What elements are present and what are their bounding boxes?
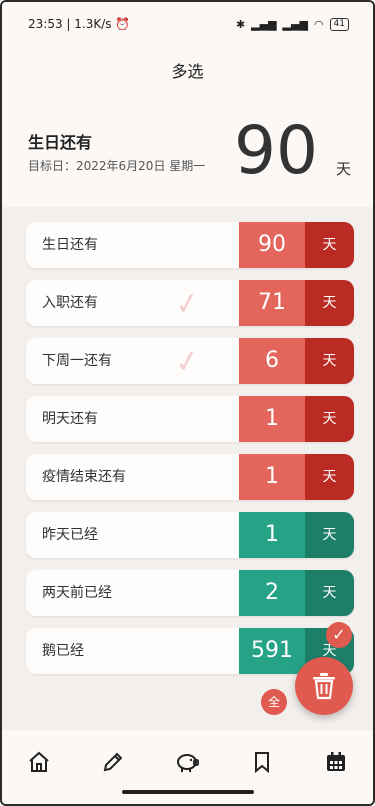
wifi-icon: ◠ [313,17,324,31]
nav-savings[interactable] [172,747,202,777]
item-number: 591 [239,628,305,674]
item-label: 鹅已经 [42,643,84,659]
item-unit: 天 [305,570,354,616]
list-item[interactable]: 生日还有 90 天 [26,222,354,268]
nav-calendar[interactable] [321,747,351,777]
list-item[interactable]: 下周一还有 ✓ 6 天 [26,338,354,384]
list-item[interactable]: 两天前已经 2 天 [26,570,354,616]
piggy-bank-icon [177,754,200,772]
item-number: 1 [239,512,305,558]
item-unit: 天 [305,396,354,442]
nav-home[interactable] [24,747,54,777]
time-speed: 23:53 | 1.3K/s [28,17,112,31]
item-unit: 天 [305,222,354,268]
item-unit: 天 [305,454,354,500]
item-label: 下周一还有 [42,353,112,369]
item-label: 生日还有 [42,237,98,253]
bottom-nav [2,730,373,804]
item-unit: 天 [305,280,354,326]
hero-days-unit: 天 [335,160,351,178]
check-confirm-badge[interactable]: ✓ [326,622,352,648]
list-item[interactable]: 疫情结束还有 1 天 [26,454,354,500]
list-item[interactable]: 明天还有 1 天 [26,396,354,442]
hero-days-number: 90 [234,112,318,189]
list-item[interactable]: 昨天已经 1 天 [26,512,354,558]
status-bar: 23:53 | 1.3K/s ⏰ ✱ ▂▄▆ ▂▄▆ ◠ 41 [28,14,349,34]
bookmark-icon [254,752,269,774]
nav-edit[interactable] [98,747,128,777]
page-title: 多选 [171,62,204,81]
bluetooth-icon: ✱ [235,17,246,31]
item-label: 昨天已经 [42,527,98,543]
signal-icon-2: ▂▄▆ [282,17,308,31]
item-number: 71 [239,280,305,326]
item-label: 疫情结束还有 [42,469,126,485]
item-number: 1 [239,396,305,442]
item-number: 90 [239,222,305,268]
status-right: ✱ ▂▄▆ ▂▄▆ ◠ 41 [235,17,349,31]
item-label: 明天还有 [42,411,98,427]
home-indicator [122,790,254,794]
pencil-icon [104,752,123,772]
item-label: 入职还有 [42,295,98,311]
event-list: 生日还有 90 天 入职还有 ✓ 71 天 下周一还有 ✓ 6 天 明天还有 1… [26,222,354,686]
nav-bookmark[interactable] [247,747,277,777]
list-item[interactable]: 入职还有 ✓ 71 天 [26,280,354,326]
calendar-icon [326,752,345,771]
trash-icon [313,673,335,700]
item-number: 6 [239,338,305,384]
hero-label: 生日还有 [28,133,93,152]
item-unit: 天 [305,338,354,384]
item-label: 两天前已经 [42,585,112,601]
hero-target-date: 目标日：2022年6月20日 星期一 [28,159,206,173]
delete-button[interactable] [295,657,353,715]
item-number: 1 [239,454,305,500]
item-number: 2 [239,570,305,616]
selected-check-icon: ✓ [172,342,203,382]
signal-icon: ▂▄▆ [251,17,277,31]
alarm-icon: ⏰ [115,17,131,31]
battery-icon: 41 [329,17,349,31]
app-frame: 23:53 | 1.3K/s ⏰ ✱ ▂▄▆ ▂▄▆ ◠ 41 多选 生日还有 … [0,0,375,806]
home-icon [29,751,49,772]
select-all-button[interactable]: 全 [261,689,287,715]
item-unit: 天 [305,512,354,558]
status-left: 23:53 | 1.3K/s ⏰ [28,17,130,31]
selected-check-icon: ✓ [172,284,203,324]
